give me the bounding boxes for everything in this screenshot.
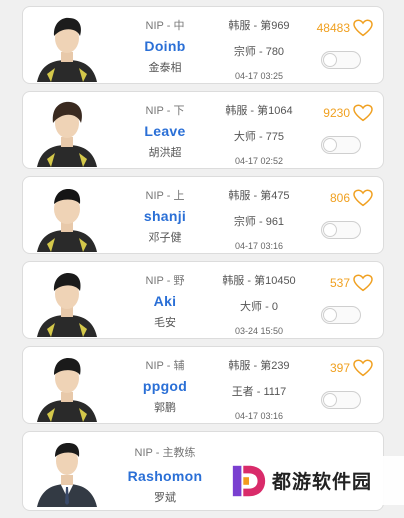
team-position: NIP - 上 [145,190,185,202]
server-rank: 韩服 - 第239 [228,360,290,372]
heart-icon[interactable] [353,19,373,37]
follow-toggle[interactable] [321,306,361,324]
server-rank: 韩服 - 第1064 [225,105,293,117]
update-time: 03-24 15:50 [234,326,284,336]
toggle-knob [323,53,337,67]
server-rank: 韩服 - 第10450 [222,275,296,287]
player-real-name: 毛安 [154,317,176,329]
update-time: 04-17 03:25 [234,71,284,81]
like-area[interactable]: 806 [330,189,373,207]
update-time: 04-17 03:16 [234,411,284,421]
player-real-name: 邓子健 [148,232,182,244]
rank-tier: 王者 - 1117 [231,386,287,398]
player-photo [33,267,101,337]
coach-photo [33,437,101,507]
follow-toggle[interactable] [321,136,361,154]
like-count: 397 [329,361,350,375]
player-real-name: 胡洪超 [148,147,182,159]
coach-real-name: 罗斌 [154,492,176,504]
player-photo [33,352,101,422]
team-position: NIP - 主教练 [134,447,196,459]
watermark-logo-icon [232,465,266,496]
player-nickname[interactable]: Aki [123,293,207,309]
toggle-knob [323,308,337,322]
heart-icon[interactable] [353,274,373,292]
coach-nickname[interactable]: Rashomon [123,468,207,484]
player-photo [33,182,101,252]
like-area[interactable]: 537 [330,274,373,292]
toggle-knob [323,393,337,407]
toggle-knob [323,138,337,152]
follow-toggle[interactable] [321,221,361,239]
watermark: 都游软件园 [228,456,404,505]
server-rank: 韩服 - 第969 [228,20,290,32]
player-nickname[interactable]: ppgod [123,378,207,394]
player-card[interactable]: NIP - 辅 ppgod 郭鹏 韩服 - 第239 王者 - 1117 04-… [22,346,384,424]
player-card[interactable]: NIP - 野 Aki 毛安 韩服 - 第10450 大师 - 0 03-24 … [22,261,384,339]
player-card[interactable]: NIP - 下 Leave 胡洪超 韩服 - 第1064 大师 - 775 04… [22,91,384,169]
player-photo [33,97,101,167]
team-position: NIP - 辅 [145,360,185,372]
like-count: 9230 [323,106,350,120]
team-position: NIP - 中 [145,20,185,32]
player-photo [33,12,101,82]
toggle-knob [323,223,337,237]
player-card[interactable]: NIP - 中 Doinb 金泰相 韩服 - 第969 宗师 - 780 04-… [22,6,384,84]
watermark-text: 都游软件园 [272,472,373,493]
player-nickname[interactable]: Leave [123,123,207,139]
player-list: NIP - 中 Doinb 金泰相 韩服 - 第969 宗师 - 780 04-… [22,6,384,518]
like-area[interactable]: 9230 [323,104,373,122]
like-count: 537 [329,276,350,290]
rank-tier: 大师 - 0 [240,301,278,313]
player-nickname[interactable]: Doinb [123,38,207,54]
heart-icon[interactable] [353,189,373,207]
follow-toggle[interactable] [321,391,361,409]
rank-tier: 宗师 - 780 [233,46,285,58]
like-count: 806 [329,191,350,205]
player-real-name: 郭鹏 [154,402,176,414]
rank-tier: 宗师 - 961 [233,216,285,228]
player-nickname[interactable]: shanji [123,208,207,224]
heart-icon[interactable] [353,104,373,122]
player-real-name: 金泰相 [148,62,182,74]
like-area[interactable]: 397 [330,359,373,377]
player-card[interactable]: NIP - 上 shanji 邓子健 韩服 - 第475 宗师 - 961 04… [22,176,384,254]
follow-toggle[interactable] [321,51,361,69]
like-count: 48483 [316,21,350,35]
team-position: NIP - 下 [145,105,185,117]
heart-icon[interactable] [353,359,373,377]
rank-tier: 大师 - 775 [233,131,285,143]
update-time: 04-17 02:52 [234,156,284,166]
update-time: 04-17 03:16 [234,241,284,251]
team-position: NIP - 野 [145,275,185,287]
like-area[interactable]: 48483 [317,19,373,37]
server-rank: 韩服 - 第475 [228,190,290,202]
